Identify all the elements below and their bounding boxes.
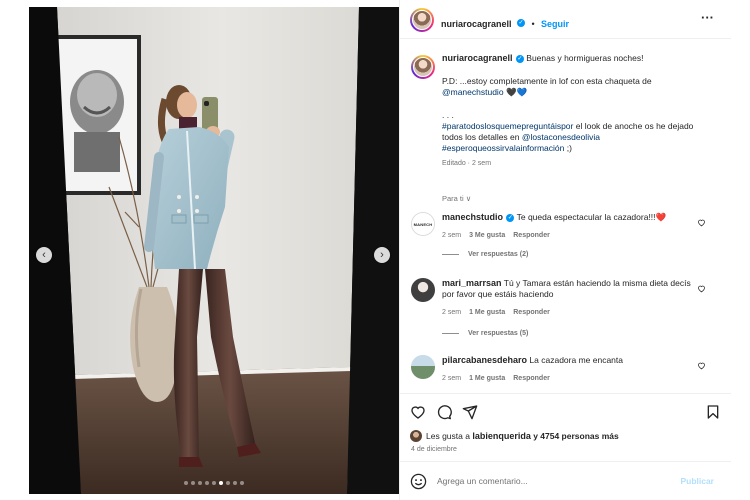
likes-suffix[interactable]: y 4754 personas más	[531, 431, 619, 441]
like-comment-heart-icon[interactable]	[697, 218, 706, 227]
carousel-dot	[233, 481, 237, 485]
comment-username[interactable]: manechstudio	[442, 212, 503, 222]
more-options-icon[interactable]: ···	[701, 11, 714, 25]
carousel-prev-button[interactable]: ‹	[36, 247, 52, 263]
comment-emoji: ❤️	[655, 212, 667, 222]
like-heart-icon[interactable]	[410, 404, 426, 420]
liker-avatar[interactable]	[410, 430, 422, 442]
comment-meta: 2 sem 3 Me gusta Responder	[442, 230, 692, 241]
author-line: nuriarocagranell ✓ • Seguir	[441, 14, 569, 32]
like-comment-heart-icon[interactable]	[697, 361, 706, 370]
share-paper-plane-icon[interactable]	[462, 404, 478, 420]
comment-time: 2 sem	[442, 309, 462, 316]
post-media[interactable]: ‹ ›	[29, 7, 399, 494]
likes-prefix: Les gusta a	[426, 430, 473, 441]
comment-input[interactable]	[437, 471, 662, 491]
carousel-dot	[198, 481, 202, 485]
comment-bubble-icon[interactable]	[436, 404, 452, 420]
comment-body: mari_marrsan Tú y Tamara están haciendo …	[442, 278, 692, 318]
carousel-dots	[29, 481, 399, 485]
carousel-dot	[240, 481, 244, 485]
caption-emoji: 🖤💙	[505, 87, 528, 97]
comment-text: La cazadora me encanta	[529, 355, 623, 365]
comment-time: 2 sem	[442, 375, 462, 382]
reply-button[interactable]: Responder	[513, 373, 550, 384]
comment-composer: Publicar	[400, 461, 731, 500]
author-avatar[interactable]	[410, 8, 434, 32]
post-actions: Les gusta a labienquerida y 4754 persona…	[400, 393, 731, 500]
caption-line4-text: el look de anoche os he dejado	[573, 121, 694, 131]
publish-button[interactable]: Publicar	[680, 476, 714, 486]
caption-line6-text: ;)	[564, 143, 572, 153]
separator-bullet: •	[531, 19, 535, 29]
caption-dots: . . .	[442, 110, 454, 120]
mention-manechstudio[interactable]: @manechstudio	[442, 87, 504, 97]
mention-lostaconesdeolivia[interactable]: @lostaconesdeolivia	[522, 132, 600, 142]
comment-avatar[interactable]	[411, 278, 435, 302]
follow-button[interactable]: Seguir	[541, 19, 569, 29]
carousel-dot	[226, 481, 230, 485]
comment-avatar[interactable]: MANECH	[411, 212, 435, 236]
replies-line	[442, 254, 459, 255]
carousel-dot	[191, 481, 195, 485]
for-you-filter[interactable]: Para ti ∨	[442, 194, 471, 203]
carousel-dot-active	[219, 481, 223, 485]
likes-text: Les gusta a labienquerida y 4754 persona…	[426, 431, 619, 442]
hashtag-esperoque[interactable]: #esperoqueossirvalainformación	[442, 143, 564, 153]
brand-avatar-text: MANECH	[412, 213, 434, 235]
comment-likes[interactable]: 1 Me gusta	[469, 307, 505, 318]
view-replies[interactable]: Ver respuestas (2)	[442, 251, 528, 258]
caption-line2: P.D: ...estoy completamente in lof con e…	[442, 76, 725, 87]
caption-username[interactable]: nuriarocagranell	[442, 53, 513, 63]
comment-likes[interactable]: 3 Me gusta	[469, 230, 505, 241]
post-photo	[29, 7, 399, 494]
post-header: nuriarocagranell ✓ • Seguir ···	[400, 0, 731, 39]
caption-body: nuriarocagranell ✓ Buenas y hormigueras …	[442, 53, 725, 169]
reply-button[interactable]: Responder	[513, 307, 550, 318]
hashtag-paratodos[interactable]: #paratodoslosquemepreguntáispor	[442, 121, 573, 131]
like-comment-heart-icon[interactable]	[697, 284, 706, 293]
comment-likes[interactable]: 1 Me gusta	[469, 373, 505, 384]
replies-line	[442, 333, 459, 334]
view-replies-label[interactable]: Ver respuestas (2)	[468, 251, 528, 258]
liker-username[interactable]: labienquerida	[472, 431, 531, 441]
comment-body: pilarcabanesdeharo La cazadora me encant…	[442, 355, 692, 384]
verified-badge-icon: ✓	[506, 213, 515, 222]
comment-username[interactable]: pilarcabanesdeharo	[442, 355, 527, 365]
comment-time: 2 sem	[442, 232, 462, 239]
post-side-panel: nuriarocagranell ✓ • Seguir ··· nuriaroc…	[399, 0, 731, 500]
emoji-smiley-icon[interactable]	[410, 473, 427, 490]
comment-username[interactable]: mari_marrsan	[442, 278, 502, 288]
verified-badge-icon: ✓	[515, 54, 524, 63]
carousel-dot	[184, 481, 188, 485]
caption-avatar[interactable]	[411, 55, 435, 79]
comment-avatar[interactable]	[411, 355, 435, 379]
comment-text: Te queda espectacular la cazadora!!!	[516, 212, 656, 222]
reply-button[interactable]: Responder	[513, 230, 550, 241]
caption-line5-text: todos los detalles en	[442, 132, 522, 142]
caption-line1: Buenas y hormigueras noches!	[526, 53, 644, 63]
view-replies[interactable]: Ver respuestas (5)	[442, 330, 528, 337]
likes-summary: Les gusta a labienquerida y 4754 persona…	[410, 430, 619, 442]
post-date: 4 de diciembre	[411, 446, 457, 453]
view-replies-label[interactable]: Ver respuestas (5)	[468, 330, 528, 337]
verified-badge-icon: ✓	[516, 18, 525, 27]
comment-body: manechstudio ✓ Te queda espectacular la …	[442, 212, 692, 241]
carousel-dot	[205, 481, 209, 485]
carousel-dot	[212, 481, 216, 485]
author-username[interactable]: nuriarocagranell	[441, 19, 512, 29]
caption-line2-text: P.D: ...estoy completamente in lof con e…	[442, 76, 652, 86]
carousel-next-button[interactable]: ›	[374, 247, 390, 263]
save-bookmark-icon[interactable]	[705, 404, 721, 420]
comment-meta: 2 sem 1 Me gusta Responder	[442, 307, 692, 318]
comment-meta: 2 sem 1 Me gusta Responder	[442, 373, 692, 384]
caption-meta: Editado · 2 sem	[442, 160, 492, 167]
